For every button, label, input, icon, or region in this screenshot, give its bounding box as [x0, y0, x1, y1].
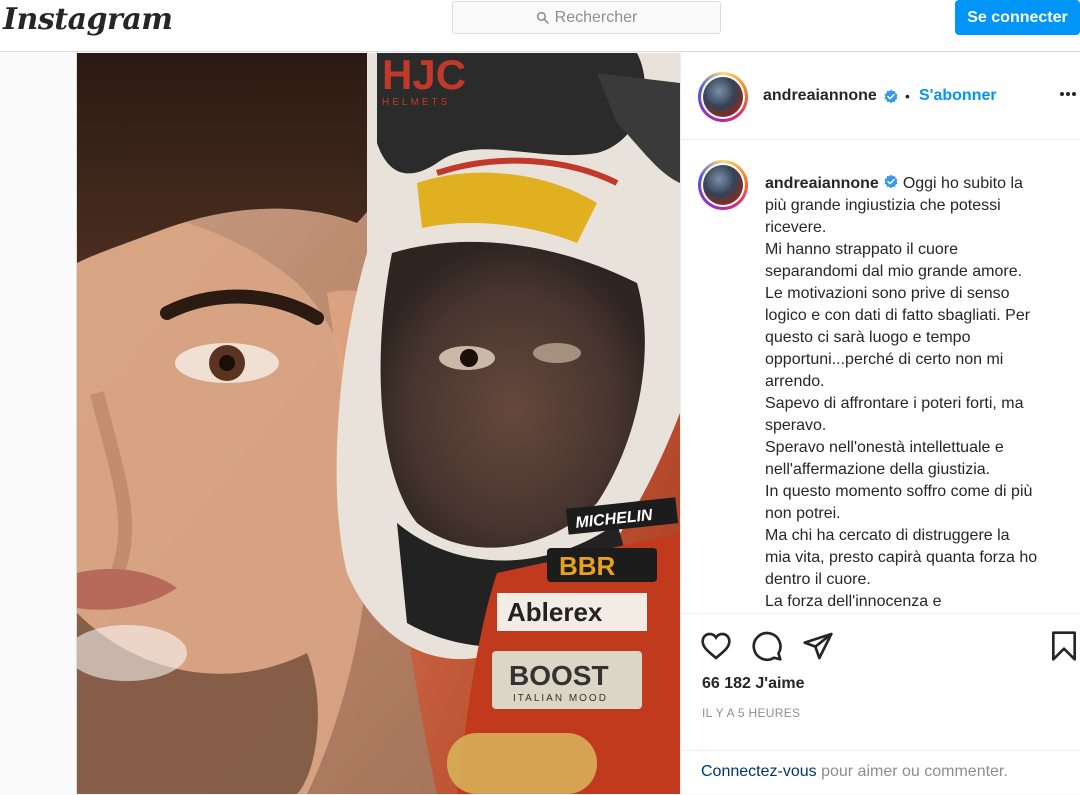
verified-icon — [884, 89, 898, 104]
caption-line: arrendo. — [765, 373, 825, 390]
follow-button[interactable]: S'abonner — [919, 87, 997, 105]
caption-line: Le motivazioni sono prive di senso — [765, 285, 1010, 302]
caption-username[interactable]: andreaiannone — [765, 175, 879, 192]
caption-line: Sapevo di affrontare i poteri forti, ma — [765, 395, 1024, 412]
caption-line: speravo. — [765, 417, 827, 434]
sponsor-bb: BBR — [559, 551, 616, 581]
sponsor-ablerex: Ablerex — [507, 597, 603, 627]
caption-line: separandomi dal mio grande amore. — [765, 263, 1023, 280]
search-input[interactable]: Rechercher — [452, 1, 721, 34]
heart-icon[interactable] — [700, 630, 732, 662]
post-card: MICHELIN BBR Ablerex BOOST ITALIAN MOOD … — [76, 53, 1080, 794]
caption-line: più grande ingiustizia che potessi — [765, 197, 1001, 214]
login-prompt: Connectez-vous pour aimer ou commenter. — [681, 750, 1080, 795]
post-sidebar: andreaiannone • S'abonner andreaiannone O… — [680, 53, 1080, 794]
login-prompt-text: pour aimer ou commenter. — [816, 763, 1008, 780]
helmet-brand: HJC — [382, 53, 466, 98]
verified-icon — [884, 174, 898, 189]
caption-line: nell'affermazione della giustizia. — [765, 461, 991, 478]
separator-dot: • — [905, 88, 910, 104]
search-icon — [536, 11, 549, 24]
post-caption: andreaiannone Oggi ho subito la più grand… — [765, 173, 1065, 611]
caption-line: La forza dell'innocenza e — [765, 593, 942, 610]
caption-line: In questo momento soffro come di più — [765, 483, 1033, 500]
caption-line: dentro il cuore. — [765, 571, 871, 588]
caption-line: Mi hanno strappato il cuore — [765, 241, 958, 258]
caption-line: non potrei. — [765, 505, 841, 522]
caption-line: Speravo nell'onestà intellettuale e — [765, 439, 1004, 456]
sponsor-boost: BOOST — [509, 660, 609, 691]
caption-line: opportuni...perché di certo non mi — [765, 351, 1004, 368]
helmet-sub: HELMETS — [382, 97, 450, 108]
top-navigation-bar: Instagram Rechercher Se connecter — [0, 0, 1080, 52]
post-actions: 66 182 J'aime IL Y A 5 HEURES Connectez-… — [681, 613, 1080, 794]
post-timestamp[interactable]: IL Y A 5 HEURES — [702, 706, 800, 720]
share-icon[interactable] — [802, 630, 834, 662]
login-link[interactable]: Connectez-vous — [701, 763, 817, 780]
caption-line: questo ci sarà luogo e tempo — [765, 329, 971, 346]
sponsor-boost-sub: ITALIAN MOOD — [513, 693, 608, 704]
caption-area: andreaiannone Oggi ho subito la più grand… — [681, 141, 1080, 611]
caption-line: logico e con dati di fatto sbagliati. Pe… — [765, 307, 1031, 324]
post-header: andreaiannone • S'abonner — [681, 53, 1080, 140]
instagram-logo[interactable]: Instagram — [3, 2, 173, 37]
comment-icon[interactable] — [751, 630, 783, 662]
post-author-username[interactable]: andreaiannone — [763, 87, 877, 105]
avatar[interactable] — [698, 72, 748, 122]
caption-line: ricevere. — [765, 219, 827, 236]
search-placeholder: Rechercher — [554, 8, 638, 26]
bookmark-icon[interactable] — [1048, 630, 1080, 662]
caption-avatar[interactable] — [698, 160, 748, 210]
post-photo: MICHELIN BBR Ablerex BOOST ITALIAN MOOD … — [77, 53, 680, 794]
login-button[interactable]: Se connecter — [955, 0, 1080, 35]
caption-first-line: andreaiannone Oggi ho subito la — [765, 173, 1065, 195]
caption-line: Oggi ho subito la — [902, 175, 1023, 192]
post-image: MICHELIN BBR Ablerex BOOST ITALIAN MOOD … — [77, 53, 680, 794]
caption-line: mia vita, presto capirà quanta forza ho — [765, 549, 1038, 566]
caption-line: Ma chi ha cercato di distruggere la — [765, 527, 1010, 544]
likes-count[interactable]: 66 182 J'aime — [702, 675, 805, 693]
more-icon[interactable] — [1059, 85, 1077, 105]
